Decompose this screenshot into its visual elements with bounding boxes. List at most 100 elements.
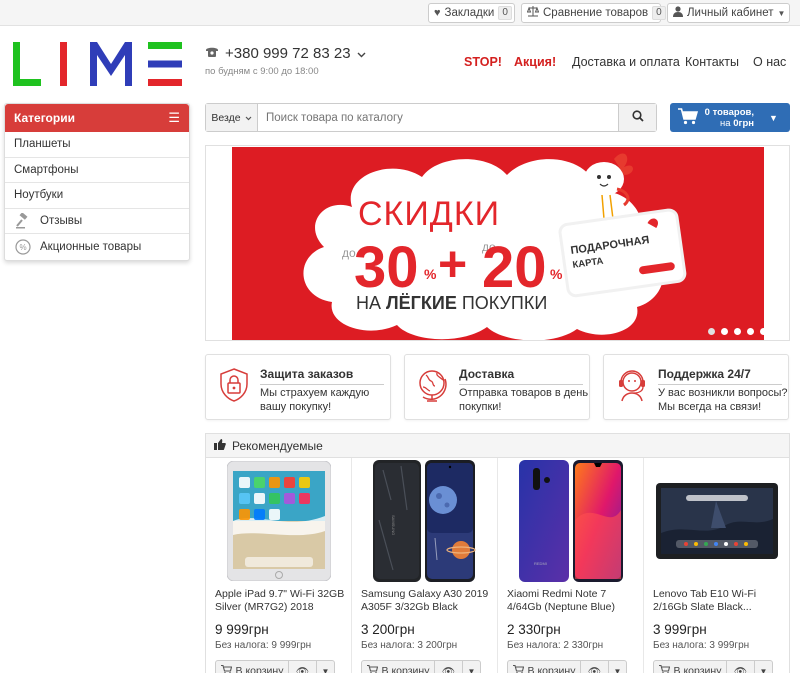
category-item-smartphones[interactable]: Смартфоны bbox=[5, 158, 189, 183]
top-bar: ♥ Закладки 0 Сравнение товаров 0 Личный … bbox=[0, 0, 800, 26]
product-name[interactable]: Xiaomi Redmi Note 7 4/64Gb (Neptune Blue… bbox=[507, 588, 637, 616]
quick-view-button[interactable]: 👁 bbox=[581, 660, 609, 673]
support-agent-icon bbox=[616, 367, 648, 403]
compare-button[interactable]: Сравнение товаров 0 bbox=[521, 3, 666, 23]
feature-description: У вас возникли вопросы? Мы всегда на свя… bbox=[658, 387, 788, 413]
search-input[interactable] bbox=[258, 104, 618, 131]
nav-promo[interactable]: Акция! bbox=[514, 55, 556, 69]
add-to-cart-button[interactable]: В корзину bbox=[361, 660, 435, 673]
site-logo[interactable] bbox=[13, 42, 183, 86]
product-image[interactable] bbox=[644, 460, 790, 582]
categories-header[interactable]: Категории ☰ bbox=[5, 104, 189, 132]
phone-number: +380 999 72 83 23 bbox=[225, 45, 351, 62]
product-image[interactable]: REDMI bbox=[498, 460, 644, 582]
chevron-down-icon: ▼ bbox=[759, 666, 768, 673]
cart-button[interactable]: 0 товаров, на 0грн ▼ bbox=[670, 103, 790, 132]
chevron-down-icon: ▼ bbox=[613, 666, 622, 673]
account-button[interactable]: Личный кабинет ▼ bbox=[667, 3, 790, 23]
globe-icon bbox=[417, 367, 449, 403]
add-to-cart-label: В корзину bbox=[235, 665, 284, 673]
product-actions: В корзину 👁 ▼ bbox=[653, 660, 773, 673]
product-price: 9 999грн bbox=[215, 622, 269, 637]
quick-view-button[interactable]: 👁 bbox=[289, 660, 317, 673]
quick-view-button[interactable]: 👁 bbox=[727, 660, 755, 673]
add-to-cart-button[interactable]: В корзину bbox=[215, 660, 289, 673]
search-scope-select[interactable]: Везде bbox=[206, 104, 258, 131]
slider-dot[interactable] bbox=[760, 328, 767, 335]
phone-dropdown[interactable]: +380 999 72 83 23 bbox=[205, 45, 366, 62]
slider-dot[interactable] bbox=[721, 328, 728, 335]
chevron-down-icon bbox=[357, 45, 366, 62]
scales-icon bbox=[526, 6, 540, 20]
nav-about[interactable]: О нас bbox=[753, 55, 786, 69]
cart-icon bbox=[366, 664, 378, 673]
add-to-cart-button[interactable]: В корзину bbox=[653, 660, 727, 673]
percent-icon: % bbox=[14, 238, 32, 256]
nav-stop[interactable]: STOP! bbox=[464, 55, 502, 69]
quick-view-button[interactable]: 👁 bbox=[435, 660, 463, 673]
product-image[interactable] bbox=[206, 460, 352, 582]
product-card: REDMI Xiaomi Redmi Note 7 4/64Gb (Neptun… bbox=[498, 458, 644, 673]
product-name[interactable]: Lenovo Tab E10 Wi-Fi 2/16Gb Slate Black.… bbox=[653, 588, 783, 616]
slider-dot[interactable] bbox=[734, 328, 741, 335]
product-image[interactable]: SAMSUNG bbox=[352, 460, 498, 582]
feature-title: Доставка bbox=[459, 367, 583, 385]
product-price-without-tax: Без налога: 3 200грн bbox=[361, 640, 458, 651]
account-label: Личный кабинет bbox=[687, 7, 774, 19]
product-price: 3 999грн bbox=[653, 622, 707, 637]
search-button[interactable] bbox=[618, 104, 656, 131]
cart-icon bbox=[220, 664, 232, 673]
menu-icon: ☰ bbox=[168, 110, 180, 125]
add-to-cart-label: В корзину bbox=[381, 665, 430, 673]
eye-icon: 👁 bbox=[441, 665, 456, 673]
banner-plus: + bbox=[438, 236, 467, 292]
product-card: Apple iPad 9.7" Wi-Fi 32GB Silver (MR7G2… bbox=[206, 458, 352, 673]
nav-delivery[interactable]: Доставка и оплата bbox=[572, 55, 680, 69]
heart-icon: ♥ bbox=[434, 7, 441, 19]
category-label: Отзывы bbox=[40, 214, 83, 227]
compare-count: 0 bbox=[652, 6, 666, 20]
bookmarks-button[interactable]: ♥ Закладки 0 bbox=[428, 3, 515, 23]
more-actions-button[interactable]: ▼ bbox=[317, 660, 335, 673]
category-item-tablets[interactable]: Планшеты bbox=[5, 132, 189, 158]
cart-icon bbox=[512, 664, 524, 673]
category-item-laptops[interactable]: Ноутбуки bbox=[5, 183, 189, 209]
banner-sub-2: ПОКУПКИ bbox=[457, 293, 547, 313]
more-actions-button[interactable]: ▼ bbox=[755, 660, 773, 673]
more-actions-button[interactable]: ▼ bbox=[609, 660, 627, 673]
nav-contacts[interactable]: Контакты bbox=[685, 55, 739, 69]
product-actions: В корзину 👁 ▼ bbox=[361, 660, 481, 673]
add-to-cart-button[interactable]: В корзину bbox=[507, 660, 581, 673]
banner-value-1: 30 bbox=[354, 235, 419, 300]
chevron-down-icon: ▼ bbox=[777, 8, 786, 18]
cart-icon bbox=[678, 107, 699, 128]
chevron-down-icon bbox=[245, 112, 252, 124]
product-name[interactable]: Samsung Galaxy A30 2019 A305F 3/32Gb Bla… bbox=[361, 588, 491, 616]
product-actions: В корзину 👁 ▼ bbox=[507, 660, 627, 673]
chevron-down-icon: ▼ bbox=[769, 112, 778, 123]
compare-label: Сравнение товаров bbox=[543, 7, 649, 19]
thumbs-up-icon bbox=[214, 438, 226, 453]
banner-percent-1: % bbox=[424, 266, 437, 282]
add-to-cart-label: В корзину bbox=[673, 665, 722, 673]
user-icon bbox=[673, 6, 683, 20]
slider-dot[interactable] bbox=[747, 328, 754, 335]
search-icon bbox=[631, 110, 644, 125]
slider-dot[interactable] bbox=[708, 328, 715, 335]
feature-description: Мы страхуем каждую вашу покупку! bbox=[260, 387, 370, 413]
bookmarks-count: 0 bbox=[498, 6, 512, 20]
more-actions-button[interactable]: ▼ bbox=[463, 660, 481, 673]
category-item-promo-goods[interactable]: % Акционные товары bbox=[5, 234, 189, 260]
product-name[interactable]: Apple iPad 9.7" Wi-Fi 32GB Silver (MR7G2… bbox=[215, 588, 345, 616]
category-label: Ноутбуки bbox=[14, 189, 64, 202]
category-item-reviews[interactable]: Отзывы bbox=[5, 209, 189, 234]
bookmarks-label: Закладки bbox=[444, 7, 495, 19]
product-actions: В корзину 👁 ▼ bbox=[215, 660, 335, 673]
product-card: SAMSUNG Samsung Galaxy A30 2019 A305F 3/… bbox=[352, 458, 498, 673]
product-price: 3 200грн bbox=[361, 622, 415, 637]
promo-banner-slider[interactable]: ПОДАРОЧНАЯ КАРТА СКИДКИ до 30 % + до 20 … bbox=[205, 145, 790, 341]
slider-dots bbox=[708, 328, 767, 335]
category-label: Смартфоны bbox=[14, 163, 79, 176]
banner-sub-bold: ЛЁГКИЕ bbox=[386, 293, 457, 313]
banner-slide[interactable]: ПОДАРОЧНАЯ КАРТА СКИДКИ до 30 % + до 20 … bbox=[232, 147, 764, 340]
